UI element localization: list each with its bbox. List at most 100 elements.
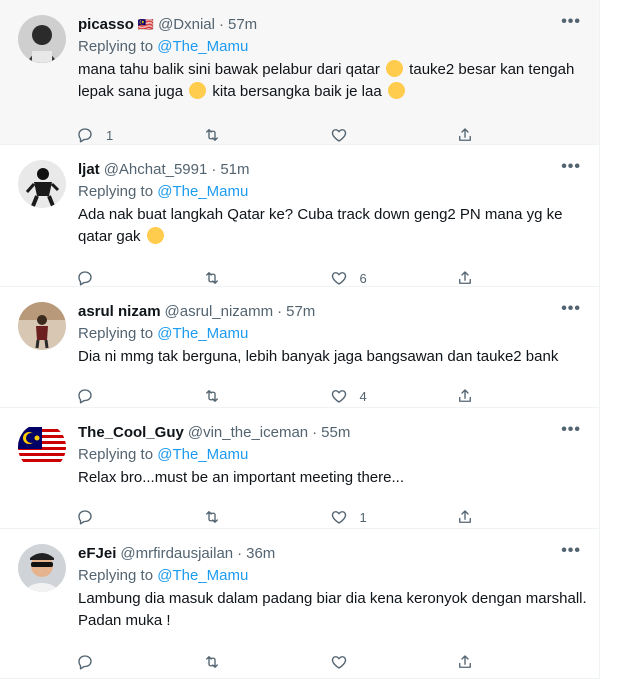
reply-count: 1 [106, 127, 114, 143]
like-button[interactable]: 6 [330, 269, 457, 287]
more-icon[interactable]: ••• [561, 13, 581, 31]
avatar[interactable] [18, 160, 66, 208]
more-icon[interactable]: ••• [561, 542, 581, 560]
display-name[interactable]: asrul nizam [78, 302, 161, 322]
like-button[interactable] [330, 126, 457, 144]
heart-icon [331, 656, 346, 669]
heart-icon [331, 129, 346, 142]
reply-button[interactable] [76, 653, 203, 671]
retweet-icon [205, 511, 218, 523]
like-button[interactable]: 4 [330, 387, 457, 405]
retweet-button[interactable] [203, 387, 330, 405]
more-icon[interactable]: ••• [561, 158, 581, 176]
retweet-button[interactable] [203, 508, 330, 526]
avatar[interactable] [18, 302, 66, 350]
replying-label: Replying to [78, 446, 158, 463]
timestamp[interactable]: 57m [228, 15, 257, 35]
reply-icon [78, 271, 92, 286]
reply-icon [78, 510, 92, 525]
reply-icon [78, 128, 92, 143]
share-button[interactable] [456, 508, 583, 526]
retweet-icon [205, 272, 218, 284]
reply-item[interactable]: ••• The_Cool_Guy @vin_the_iceman · 55m R… [0, 408, 599, 529]
reply-item[interactable]: ••• ljat @Ahchat_5991 · 51m Replying to … [0, 145, 599, 287]
user-handle[interactable]: @Ahchat_5991 [104, 160, 208, 180]
reply-text-part: Lambung dia masuk dalam padang biar dia … [78, 590, 591, 629]
share-button[interactable] [456, 653, 583, 671]
share-button[interactable] [456, 269, 583, 287]
reply-text-part: kita bersangka baik je laa [208, 83, 386, 100]
reply-button[interactable]: 1 [76, 126, 203, 144]
share-icon [459, 389, 472, 402]
like-button[interactable] [330, 653, 457, 671]
timestamp[interactable]: 51m [220, 160, 249, 180]
share-icon [459, 128, 472, 141]
share-button[interactable] [456, 387, 583, 405]
share-icon [459, 271, 472, 284]
separator-dot: · [218, 16, 224, 33]
heart-icon [331, 390, 346, 403]
mention-link[interactable]: @The_Mamu [157, 183, 248, 200]
replying-label: Replying to [78, 38, 158, 55]
heart-icon [331, 511, 346, 524]
retweet-button[interactable] [203, 653, 330, 671]
display-name[interactable]: ljat [78, 160, 100, 180]
reply-button[interactable] [76, 508, 203, 526]
display-name[interactable]: picasso [78, 15, 134, 35]
shushing-face-emoji-icon [146, 227, 164, 244]
avatar[interactable] [18, 15, 66, 63]
reply-text: Lambung dia masuk dalam padang biar dia … [78, 588, 598, 632]
share-button[interactable] [456, 126, 583, 144]
replying-to: Replying to @The_Mamu [78, 182, 583, 202]
replying-label: Replying to [78, 567, 158, 584]
separator-dot: · [277, 303, 283, 320]
user-handle[interactable]: @mrfirdausjailan [120, 544, 233, 564]
mention-link[interactable]: @The_Mamu [157, 38, 248, 55]
replying-to: Replying to @The_Mamu [78, 566, 583, 586]
mention-link[interactable]: @The_Mamu [157, 446, 248, 463]
timestamp[interactable]: 57m [286, 302, 315, 322]
reply-text-part: Dia ni mmg tak berguna, lebih banyak jag… [78, 348, 559, 365]
reply-text: Dia ni mmg tak berguna, lebih banyak jag… [78, 346, 583, 368]
retweet-button[interactable] [203, 269, 330, 287]
reply-icon [78, 655, 92, 670]
like-count: 1 [359, 509, 367, 525]
reply-button[interactable] [76, 387, 203, 405]
avatar[interactable] [18, 544, 66, 592]
replying-to: Replying to @The_Mamu [78, 37, 583, 57]
reply-item[interactable]: ••• asrul nizam @asrul_nizamm · 57m Repl… [0, 287, 599, 408]
grin-sweat-emoji-icon [387, 82, 405, 99]
share-icon [459, 655, 472, 668]
retweet-icon [205, 656, 218, 668]
avatar[interactable] [18, 423, 66, 471]
user-handle[interactable]: @vin_the_iceman [188, 423, 308, 443]
like-count: 6 [359, 270, 367, 286]
timestamp[interactable]: 55m [321, 423, 350, 443]
flag-icon: 🇲🇾 [137, 17, 155, 32]
separator-dot: · [312, 424, 318, 441]
user-handle[interactable]: @Dxnial [158, 15, 215, 35]
user-handle[interactable]: @asrul_nizamm [165, 302, 274, 322]
retweet-icon [205, 390, 218, 402]
display-name[interactable]: eFJei [78, 544, 116, 564]
retweet-button[interactable] [203, 126, 330, 144]
more-icon[interactable]: ••• [561, 300, 581, 318]
reply-icon [78, 389, 92, 404]
timestamp[interactable]: 36m [246, 544, 275, 564]
retweet-icon [205, 129, 218, 141]
display-name[interactable]: The_Cool_Guy [78, 423, 184, 443]
mention-link[interactable]: @The_Mamu [157, 567, 248, 584]
heart-icon [331, 272, 346, 285]
replying-to: Replying to @The_Mamu [78, 324, 583, 344]
reply-item[interactable]: ••• eFJei @mrfirdausjailan · 36m Replyin… [0, 529, 599, 679]
replying-to: Replying to @The_Mamu [78, 445, 583, 465]
mention-link[interactable]: @The_Mamu [157, 325, 248, 342]
replying-label: Replying to [78, 183, 158, 200]
more-icon[interactable]: ••• [561, 421, 581, 439]
reply-text: Ada nak buat langkah Qatar ke? Cuba trac… [78, 204, 583, 248]
reply-button[interactable] [76, 269, 203, 287]
reply-item[interactable]: ••• picasso 🇲🇾 @Dxnial · 57m Replying to… [0, 0, 599, 145]
like-button[interactable]: 1 [330, 508, 457, 526]
separator-dot: · [237, 545, 243, 562]
like-count: 4 [359, 388, 367, 404]
